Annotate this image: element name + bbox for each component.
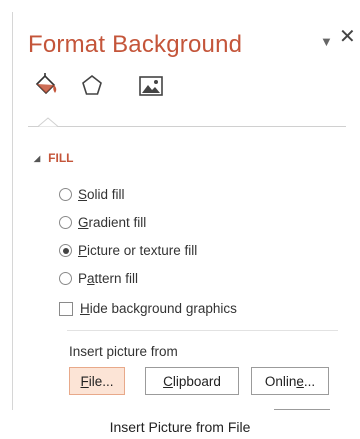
solid-fill-label: Solid fill bbox=[78, 187, 125, 202]
gradient-fill-option[interactable]: Gradient fill bbox=[59, 215, 146, 230]
solid-fill-option[interactable]: Solid fill bbox=[59, 187, 125, 202]
pane-title: Format Background bbox=[28, 31, 243, 58]
file-button[interactable]: File... bbox=[69, 367, 125, 395]
gradient-fill-radio[interactable] bbox=[59, 216, 72, 229]
format-background-pane: Format Background ▼ ✕ ◢ FILL Solid fill bbox=[12, 12, 358, 410]
fill-bucket-icon[interactable] bbox=[33, 72, 61, 100]
fill-section-title: FILL bbox=[48, 151, 74, 165]
pattern-fill-label: Pattern fill bbox=[78, 271, 139, 286]
tooltip-caption: Insert Picture from File bbox=[109, 419, 251, 435]
pattern-fill-radio[interactable] bbox=[59, 272, 72, 285]
hide-background-graphics-option[interactable]: Hide background graphics bbox=[59, 301, 237, 316]
hide-background-graphics-label: Hide background graphics bbox=[80, 301, 237, 316]
solid-fill-radio[interactable] bbox=[59, 188, 72, 201]
section-divider bbox=[67, 330, 338, 331]
close-button[interactable]: ✕ bbox=[339, 27, 356, 47]
picture-texture-fill-label: Picture or texture fill bbox=[78, 243, 198, 258]
pentagon-shape-icon[interactable] bbox=[78, 72, 106, 100]
texture-picker-button[interactable] bbox=[274, 409, 330, 410]
pane-options-dropdown[interactable]: ▼ bbox=[320, 34, 333, 49]
clipboard-button[interactable]: Clipboard bbox=[145, 367, 239, 395]
pattern-fill-option[interactable]: Pattern fill bbox=[59, 271, 138, 286]
online-button[interactable]: Onlin e... bbox=[251, 367, 329, 395]
hide-background-graphics-checkbox[interactable] bbox=[59, 301, 73, 316]
gradient-fill-label: Gradient fill bbox=[78, 215, 147, 230]
insert-picture-from-label: Insert picture from bbox=[69, 344, 178, 359]
picture-icon[interactable] bbox=[137, 72, 165, 100]
collapse-arrow-icon: ◢ bbox=[34, 154, 41, 163]
tab-divider bbox=[28, 126, 346, 127]
picture-texture-fill-option[interactable]: Picture or texture fill bbox=[59, 243, 197, 258]
fill-section-header[interactable]: ◢ FILL bbox=[34, 151, 73, 165]
selected-tab-notch bbox=[38, 117, 58, 127]
picture-texture-fill-radio[interactable] bbox=[59, 244, 72, 257]
